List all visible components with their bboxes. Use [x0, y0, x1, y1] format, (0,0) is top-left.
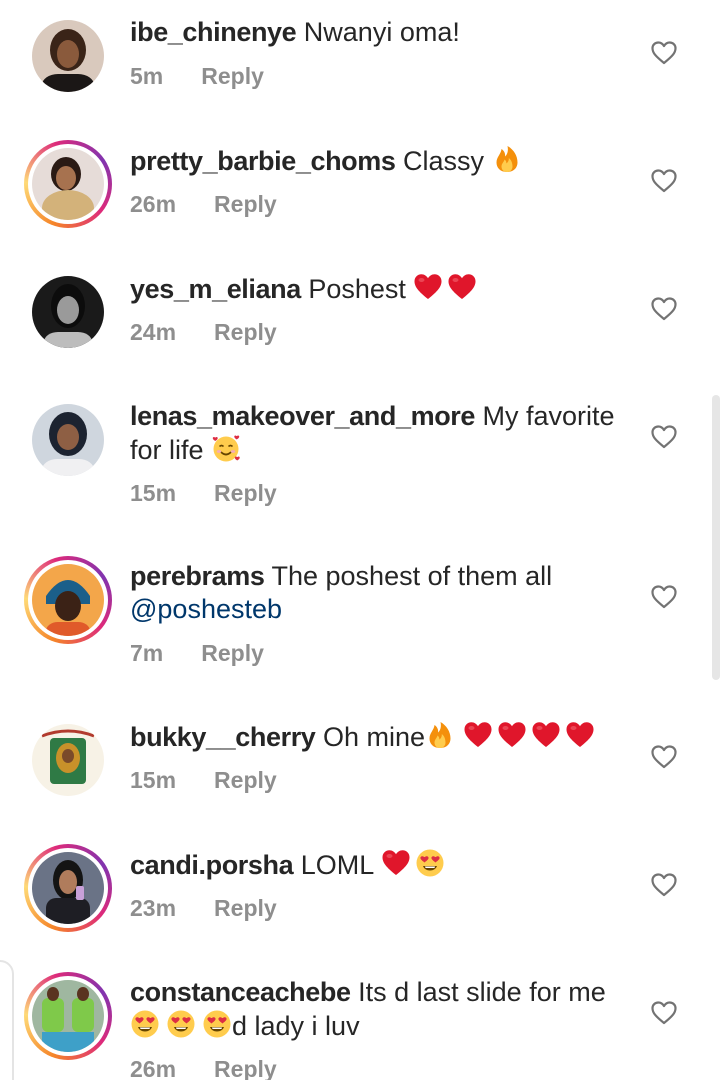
- comments-screen: ibe_chinenye Nwanyi oma! 5m Reply pretty_…: [0, 0, 720, 1080]
- red-heart-emoji: [531, 720, 561, 750]
- avatar-story-ring[interactable]: [24, 140, 112, 228]
- comment-body: candi.porsha LOML: [130, 848, 630, 882]
- like-heart-icon[interactable]: [651, 585, 677, 609]
- like-heart-icon[interactable]: [651, 169, 677, 193]
- timestamp: 24m: [130, 319, 177, 345]
- comment-meta: 15m Reply: [130, 480, 277, 507]
- fire-emoji: [492, 144, 522, 174]
- comment-meta: 5m Reply: [130, 63, 264, 90]
- timestamp: 7m: [130, 640, 164, 666]
- red-heart-emoji: [463, 720, 493, 750]
- like-heart-icon[interactable]: [651, 873, 677, 897]
- comment-text: Nwanyi oma!: [303, 17, 460, 47]
- comment-body: bukky__cherry Oh mine: [130, 720, 630, 754]
- timestamp: 23m: [130, 895, 177, 921]
- comment-body: ibe_chinenye Nwanyi oma!: [130, 16, 630, 49]
- smiling-face-with-hearts-emoji: [211, 433, 241, 463]
- heart-eyes-emoji: [415, 848, 445, 878]
- reply-button[interactable]: Reply: [201, 63, 264, 90]
- like-heart-icon[interactable]: [651, 425, 677, 449]
- comment-text: Classy: [403, 146, 485, 176]
- reply-button[interactable]: Reply: [214, 767, 277, 794]
- username[interactable]: bukky__cherry: [130, 722, 316, 752]
- username[interactable]: candi.porsha: [130, 850, 294, 880]
- avatar-story-ring[interactable]: [24, 556, 112, 644]
- username[interactable]: constanceachebe: [130, 977, 351, 1007]
- comment-text: Oh mine: [322, 722, 425, 752]
- reply-button[interactable]: Reply: [214, 191, 277, 218]
- avatar-story-ring[interactable]: [24, 972, 112, 1060]
- timestamp: 26m: [130, 191, 177, 217]
- username[interactable]: perebrams: [130, 561, 265, 591]
- timestamp: 15m: [130, 480, 177, 506]
- comment-text: The poshest of them all: [271, 561, 553, 591]
- comment-meta: 7m Reply: [130, 640, 264, 667]
- comment-text: for life: [130, 435, 204, 465]
- comment-meta: 24m Reply: [130, 319, 277, 346]
- comment-meta: 26m Reply: [130, 1056, 277, 1080]
- avatar[interactable]: [32, 20, 104, 92]
- comment-body: pretty_barbie_choms Classy: [130, 144, 630, 178]
- avatar[interactable]: [32, 276, 104, 348]
- reply-button[interactable]: Reply: [214, 895, 277, 922]
- heart-eyes-emoji: [130, 1009, 160, 1039]
- edge-overlay-card: [0, 960, 14, 1080]
- reply-button[interactable]: Reply: [214, 480, 277, 507]
- mention-link[interactable]: @poshesteb: [130, 594, 282, 624]
- username[interactable]: ibe_chinenye: [130, 17, 297, 47]
- comment-body: constanceachebe Its d last slide for me …: [130, 976, 630, 1043]
- red-heart-emoji: [497, 720, 527, 750]
- avatar[interactable]: [32, 724, 104, 796]
- red-heart-emoji: [413, 272, 443, 302]
- comment-body: yes_m_eliana Poshest: [130, 272, 630, 306]
- scrollbar[interactable]: [712, 395, 720, 680]
- comment-body: lenas_makeover_and_more My favorite for …: [130, 400, 630, 467]
- like-heart-icon[interactable]: [651, 41, 677, 65]
- comment-meta: 26m Reply: [130, 191, 277, 218]
- red-heart-emoji: [381, 848, 411, 878]
- avatar-story-ring[interactable]: [24, 844, 112, 932]
- reply-button[interactable]: Reply: [201, 640, 264, 667]
- reply-button[interactable]: Reply: [214, 1056, 277, 1080]
- username[interactable]: pretty_barbie_choms: [130, 146, 396, 176]
- comment-text: Poshest: [308, 274, 406, 304]
- comment-meta: 15m Reply: [130, 767, 277, 794]
- comment-text: Its d last slide for me: [358, 977, 606, 1007]
- reply-button[interactable]: Reply: [214, 319, 277, 346]
- timestamp: 26m: [130, 1056, 177, 1080]
- comment-text: LOML: [300, 850, 374, 880]
- comment-body: perebrams The poshest of them all @poshe…: [130, 560, 630, 626]
- username[interactable]: lenas_makeover_and_more: [130, 401, 475, 431]
- timestamp: 15m: [130, 767, 177, 793]
- comment-meta: 23m Reply: [130, 895, 277, 922]
- comment-text: d lady i luv: [232, 1011, 360, 1041]
- heart-eyes-emoji: [166, 1009, 196, 1039]
- timestamp: 5m: [130, 63, 164, 89]
- like-heart-icon[interactable]: [651, 297, 677, 321]
- comment-text: My favorite: [482, 401, 615, 431]
- avatar[interactable]: [32, 404, 104, 476]
- red-heart-emoji: [447, 272, 477, 302]
- fire-emoji: [425, 720, 455, 750]
- like-heart-icon[interactable]: [651, 745, 677, 769]
- red-heart-emoji: [565, 720, 595, 750]
- username[interactable]: yes_m_eliana: [130, 274, 301, 304]
- heart-eyes-emoji: [202, 1009, 232, 1039]
- like-heart-icon[interactable]: [651, 1001, 677, 1025]
